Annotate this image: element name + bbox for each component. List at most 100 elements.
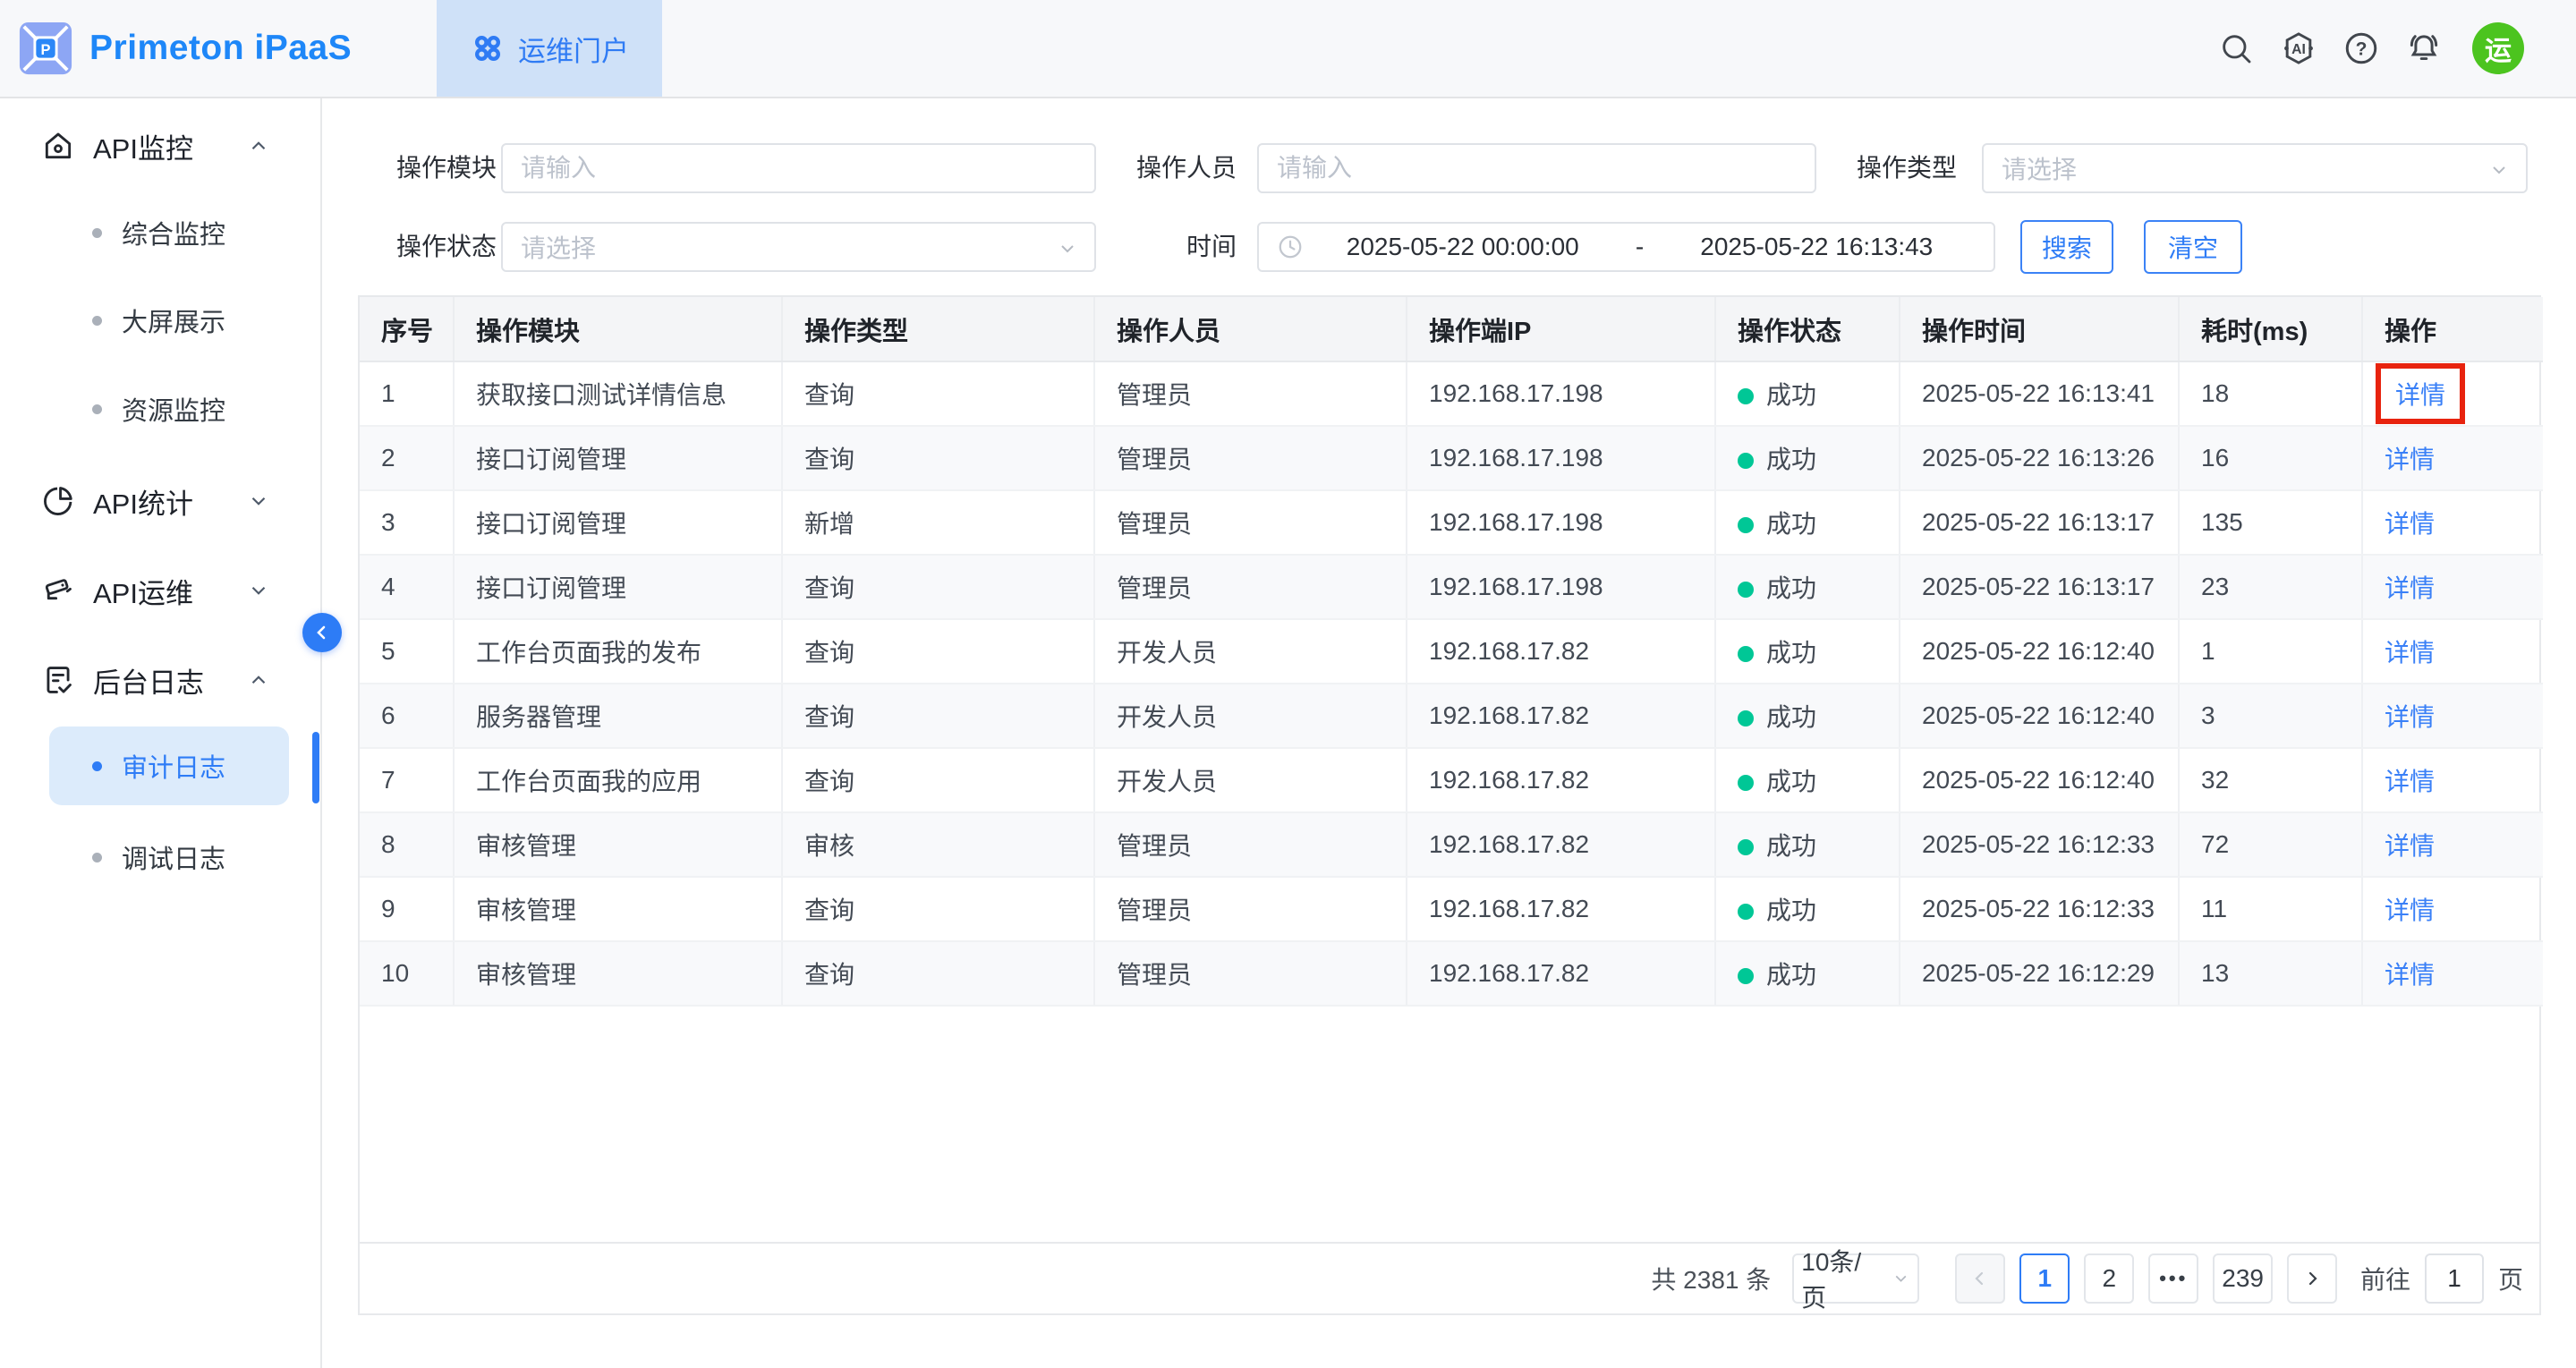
time-range-picker[interactable]: 2025-05-22 00:00:00 - 2025-05-22 16:13:4… (1257, 222, 1995, 272)
status-success-dot (1738, 968, 1754, 984)
next-page-button[interactable] (2287, 1253, 2337, 1304)
cell-module: 工作台页面我的应用 (454, 748, 782, 812)
sidebar-collapse-button[interactable] (302, 613, 342, 652)
cell-duration: 1 (2179, 619, 2362, 684)
cell-type: 审核 (782, 812, 1094, 877)
sidebar-group-backend-logs[interactable]: 后台日志 (0, 637, 320, 723)
action-wrap: 详情 (2385, 891, 2435, 927)
cell-action: 详情 (2362, 684, 2543, 748)
sidebar-group-api-monitor[interactable]: API监控 (0, 103, 320, 189)
bullet-icon (92, 761, 102, 771)
module-filter-input[interactable] (521, 154, 1076, 183)
detail-link[interactable]: 详情 (2385, 703, 2435, 731)
cell-action: 详情 (2362, 490, 2543, 555)
cell-duration: 16 (2179, 426, 2362, 490)
sidebar-item-resource-monitor[interactable]: 资源监控 (0, 366, 320, 452)
cell-module: 接口订阅管理 (454, 426, 782, 490)
table-row: 5 工作台页面我的发布 查询 开发人员 192.168.17.82 成功 202… (360, 619, 2543, 684)
col-header-duration: 耗时(ms) (2179, 297, 2362, 361)
clear-button[interactable]: 清空 (2144, 220, 2242, 274)
action-wrap: 详情 (2385, 569, 2435, 605)
cell-ip: 192.168.17.82 (1407, 877, 1715, 941)
cell-module: 审核管理 (454, 812, 782, 877)
sidebar-group-label: API监控 (93, 126, 193, 166)
cell-status: 成功 (1715, 490, 1900, 555)
cell-time: 2025-05-22 16:13:41 (1900, 361, 2179, 426)
brand-name: Primeton iPaaS (89, 29, 352, 68)
detail-link[interactable]: 详情 (2385, 961, 2435, 989)
detail-link[interactable]: 详情 (2395, 381, 2445, 409)
cell-type: 新增 (782, 490, 1094, 555)
detail-link[interactable]: 详情 (2385, 832, 2435, 860)
table-row: 9 审核管理 查询 管理员 192.168.17.82 成功 2025-05-2… (360, 877, 2543, 941)
goto-label: 前往 (2360, 1261, 2410, 1296)
prev-page-button[interactable] (1955, 1253, 2005, 1304)
cell-action: 详情 (2362, 941, 2543, 1006)
cell-ip: 192.168.17.198 (1407, 361, 1715, 426)
type-filter-label: 操作类型 (1816, 143, 1957, 193)
operator-filter-input[interactable] (1277, 154, 1797, 183)
sidebar-group-api-ops[interactable]: API运维 (0, 548, 320, 633)
bullet-icon (92, 228, 102, 238)
type-filter-select[interactable]: 请选择 (1982, 143, 2528, 193)
sidebar-item-overall-monitor[interactable]: 综合监控 (0, 190, 320, 276)
chevron-down-icon (2488, 159, 2510, 181)
status-text: 成功 (1766, 381, 1816, 409)
cell-status: 成功 (1715, 684, 1900, 748)
sidebar-item-audit-log[interactable]: 审计日志 (49, 726, 289, 805)
status-text: 成功 (1766, 896, 1816, 924)
help-icon[interactable]: ? (2342, 29, 2381, 68)
notification-bell-icon[interactable] (2404, 29, 2444, 68)
col-header-time: 操作时间 (1900, 297, 2179, 361)
app-header: P Primeton iPaaS 运维门户 AI (0, 0, 2576, 98)
page-size-select[interactable]: 10条/页 (1792, 1253, 1919, 1304)
detail-link[interactable]: 详情 (2385, 510, 2435, 538)
cell-action: 详情 (2362, 748, 2543, 812)
page-button-1[interactable]: 1 (2019, 1253, 2070, 1304)
apps-grid-icon (470, 30, 506, 66)
search-icon[interactable] (2216, 29, 2256, 68)
user-avatar[interactable]: 运 (2472, 22, 2524, 74)
status-text: 成功 (1766, 574, 1816, 602)
detail-link[interactable]: 详情 (2385, 574, 2435, 602)
detail-link[interactable]: 详情 (2385, 639, 2435, 667)
status-text: 成功 (1766, 703, 1816, 731)
page-button-2[interactable]: 2 (2084, 1253, 2134, 1304)
cell-module: 接口订阅管理 (454, 490, 782, 555)
chevron-up-icon (247, 668, 270, 692)
sidebar-group-api-statistics[interactable]: API统计 (0, 458, 320, 544)
bullet-icon (92, 316, 102, 326)
cell-type: 查询 (782, 748, 1094, 812)
portal-tab[interactable]: 运维门户 (437, 0, 662, 97)
sidebar-item-debug-log[interactable]: 调试日志 (0, 814, 320, 900)
cell-index: 6 (360, 684, 454, 748)
goto-page-input[interactable] (2425, 1253, 2484, 1304)
cell-operator: 管理员 (1094, 877, 1407, 941)
col-header-index: 序号 (360, 297, 454, 361)
cell-status: 成功 (1715, 941, 1900, 1006)
cell-ip: 192.168.17.198 (1407, 555, 1715, 619)
sidebar-item-big-screen[interactable]: 大屏展示 (0, 277, 320, 363)
page-button-239[interactable]: 239 (2213, 1253, 2273, 1304)
audit-log-page: P Primeton iPaaS 运维门户 AI (0, 0, 2576, 1368)
ai-assistant-icon[interactable]: AI (2279, 29, 2318, 68)
status-filter-select[interactable]: 请选择 (501, 222, 1096, 272)
cell-operator: 管理员 (1094, 941, 1407, 1006)
page-ellipsis-button[interactable]: ••• (2148, 1253, 2198, 1304)
audit-table-body: 1 获取接口测试详情信息 查询 管理员 192.168.17.198 成功 20… (360, 361, 2543, 1006)
status-success-dot (1738, 388, 1754, 404)
sidebar-item-label: 审计日志 (122, 747, 225, 785)
table-header-row: 序号 操作模块 操作类型 操作人员 操作端IP 操作状态 操作时间 耗时(ms)… (360, 297, 2543, 361)
detail-link[interactable]: 详情 (2385, 446, 2435, 473)
detail-link[interactable]: 详情 (2385, 896, 2435, 924)
audit-table-container: 序号 操作模块 操作类型 操作人员 操作端IP 操作状态 操作时间 耗时(ms)… (358, 295, 2541, 1315)
cell-type: 查询 (782, 426, 1094, 490)
search-button[interactable]: 搜索 (2020, 220, 2113, 274)
cell-index: 8 (360, 812, 454, 877)
cell-module: 接口订阅管理 (454, 555, 782, 619)
detail-link[interactable]: 详情 (2385, 768, 2435, 795)
sidebar: API监控 综合监控 大屏展示 资源监控 API统计 A (0, 98, 322, 1368)
cell-operator: 开发人员 (1094, 619, 1407, 684)
cell-action: 详情 (2362, 619, 2543, 684)
cell-ip: 192.168.17.82 (1407, 684, 1715, 748)
